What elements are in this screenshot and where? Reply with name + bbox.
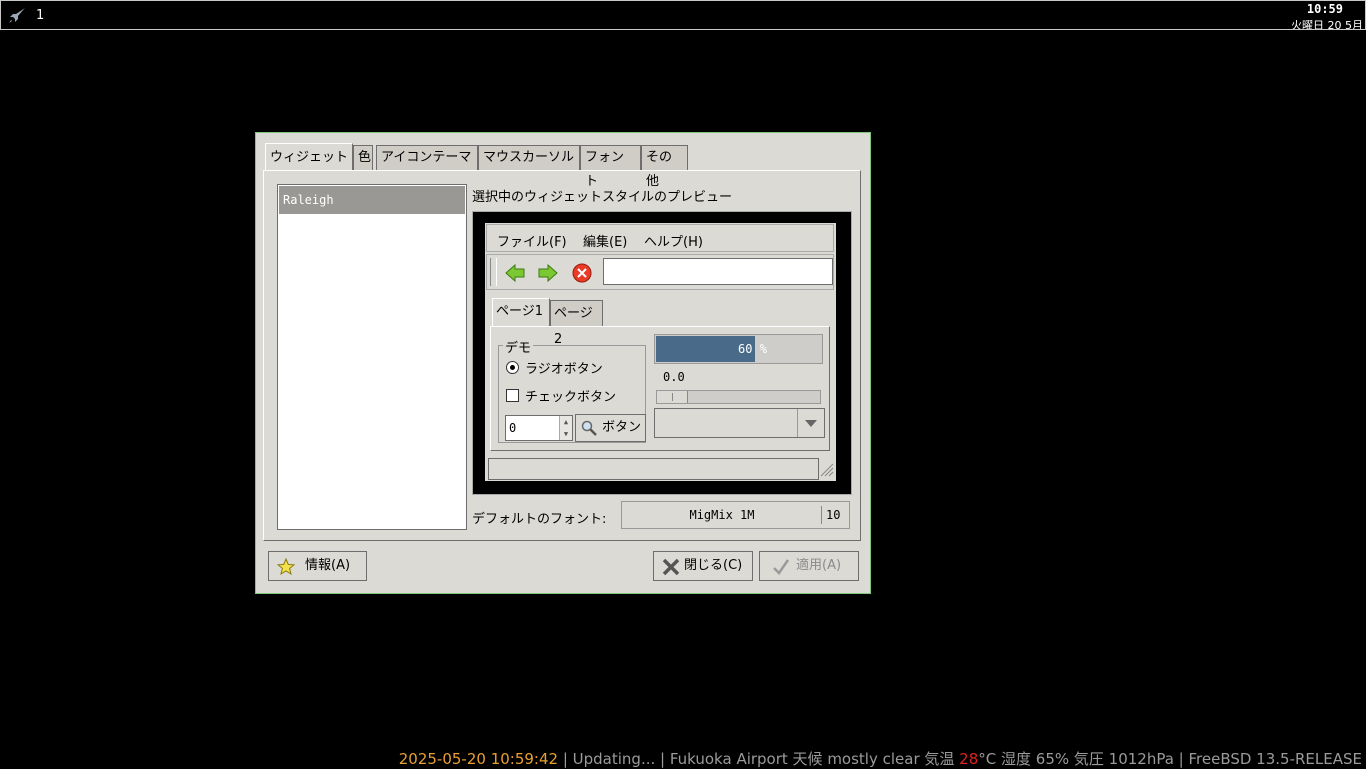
close-icon: [662, 558, 680, 576]
font-name: MigMix 1M: [689, 508, 755, 522]
top-panel: 1 10:59 火曜日 20 5月: [0, 0, 1366, 30]
status-datetime: 2025-05-20 10:59:42: [398, 750, 559, 768]
apply-button[interactable]: 適用(A): [759, 551, 859, 581]
preview-window: ファイル(F) 編集(E) ヘルプ(H) ページ1 ページ2 デモ ラジオボタン…: [485, 223, 836, 481]
widget-preview: ファイル(F) 編集(E) ヘルプ(H) ページ1 ページ2 デモ ラジオボタン…: [472, 211, 852, 495]
check-icon: [773, 559, 790, 575]
toolbar-grip[interactable]: [490, 258, 497, 286]
demo-check-button[interactable]: [506, 389, 519, 402]
preview-menu-help[interactable]: ヘルプ(H): [644, 231, 703, 250]
tab-icon-theme[interactable]: アイコンテーマ: [376, 145, 478, 170]
status-system-info: °C 湿度 65% 気圧 1012hPa | FreeBSD 13.5-RELE…: [978, 750, 1362, 768]
about-button-label: 情報(A): [305, 558, 351, 573]
close-button[interactable]: 閉じる(C): [653, 551, 753, 581]
apply-button-label: 適用(A): [796, 558, 842, 573]
scale-slider-handle[interactable]: [657, 391, 688, 403]
preview-statusbar: [488, 458, 819, 480]
preview-label: 選択中のウィジェットスタイルのプレビュー: [472, 190, 733, 205]
progress-text: 60 %: [738, 342, 767, 356]
demo-frame: デモ ラジオボタン チェックボタン 0 ▲ ▼ ボタン: [498, 337, 646, 443]
magnifier-icon: [581, 420, 597, 436]
appearance-settings-dialog: ウィジェット 色 アイコンテーマ マウスカーソル フォント その他 Raleig…: [255, 132, 871, 594]
spin-arrows[interactable]: ▲ ▼: [559, 416, 572, 440]
tab-other[interactable]: その他: [641, 145, 688, 189]
about-button[interactable]: 情報(A): [268, 551, 367, 581]
demo-check-label: チェックボタン: [525, 390, 617, 405]
system-status-bar: 2025-05-20 10:59:42 | Updating... | Fuku…: [399, 748, 1362, 769]
preview-toolbar: [486, 254, 834, 290]
demo-spin-button[interactable]: 0 ▲ ▼: [505, 415, 573, 441]
rocket-launcher-icon[interactable]: [7, 7, 27, 25]
close-button-label: 閉じる(C): [684, 558, 743, 573]
font-chooser-button[interactable]: MigMix 1M 10: [621, 501, 850, 529]
status-temperature: 28: [959, 750, 979, 768]
demo-spin-value: 0: [509, 421, 517, 435]
preview-tab-page2[interactable]: ページ2: [550, 300, 603, 347]
resize-grip-icon[interactable]: [820, 460, 834, 478]
preview-menu-file[interactable]: ファイル(F): [497, 231, 567, 250]
demo-radio-button[interactable]: [506, 361, 519, 374]
demo-button-label: ボタン: [602, 420, 642, 435]
demo-progress-bar: 60 %: [654, 334, 823, 364]
preview-tab-panel: デモ ラジオボタン チェックボタン 0 ▲ ▼ ボタン 60 % 0.0: [490, 326, 830, 451]
date-label: 火曜日 20 5月: [1291, 19, 1363, 29]
preview-entry[interactable]: [603, 258, 833, 285]
forward-arrow-icon[interactable]: [537, 263, 559, 283]
demo-radio-label: ラジオボタン: [525, 362, 603, 377]
stop-icon[interactable]: [571, 263, 593, 283]
font-separator: [821, 506, 822, 524]
tab-font[interactable]: フォント: [580, 145, 641, 189]
preview-menubar: ファイル(F) 編集(E) ヘルプ(H): [486, 224, 834, 252]
star-icon: [277, 558, 295, 576]
demo-button[interactable]: ボタン: [575, 414, 646, 442]
tab-mouse-cursor[interactable]: マウスカーソル: [478, 145, 580, 170]
theme-list-item-selected[interactable]: Raleigh: [279, 186, 465, 214]
tab-color[interactable]: 色: [353, 145, 373, 170]
default-font-label: デフォルトのフォント:: [472, 512, 607, 527]
demo-frame-label: デモ: [503, 337, 534, 356]
preview-menu-edit[interactable]: 編集(E): [583, 231, 627, 250]
demo-combo-box[interactable]: [654, 408, 825, 438]
chevron-down-icon[interactable]: [797, 409, 824, 437]
preview-tab-page1[interactable]: ページ1: [492, 298, 550, 327]
demo-scale[interactable]: [656, 390, 821, 404]
back-arrow-icon[interactable]: [504, 263, 526, 283]
font-size: 10: [826, 508, 841, 522]
status-weather: | Updating... | Fukuoka Airport 天候 mostl…: [558, 750, 960, 768]
workspace-indicator[interactable]: 1: [36, 8, 44, 23]
theme-list[interactable]: Raleigh: [277, 184, 467, 530]
clock: 10:59: [1306, 2, 1343, 16]
tab-widget[interactable]: ウィジェット: [265, 143, 353, 171]
demo-scale-value: 0.0: [663, 370, 685, 384]
